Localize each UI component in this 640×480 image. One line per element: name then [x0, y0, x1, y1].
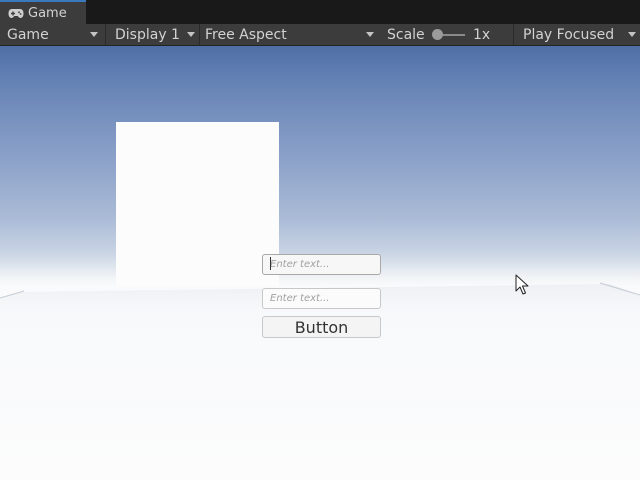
view-mode-label: Game — [7, 27, 49, 43]
tab-bar: Game — [0, 0, 640, 24]
text-caret — [270, 257, 271, 270]
view-mode-dropdown[interactable]: Game — [0, 24, 104, 46]
mouse-pointer-icon — [515, 274, 529, 295]
chevron-down-icon — [90, 32, 98, 37]
display-label: Display 1 — [115, 27, 180, 43]
aspect-label: Free Aspect — [205, 27, 287, 43]
unity-game-window: Game Game Display 1 Free Aspect Scale 1x… — [0, 0, 640, 480]
text-input-1[interactable] — [262, 254, 381, 275]
scale-value: 1x — [473, 27, 491, 43]
display-dropdown[interactable]: Display 1 — [106, 24, 198, 46]
scale-label: Scale — [387, 27, 425, 43]
chevron-down-icon — [187, 32, 195, 37]
tab-game[interactable]: Game — [0, 0, 86, 24]
chevron-down-icon — [628, 32, 636, 37]
play-mode-dropdown[interactable]: Play Focused — [514, 24, 640, 46]
aspect-dropdown[interactable]: Free Aspect — [200, 24, 380, 46]
chevron-down-icon — [366, 32, 374, 37]
tab-label: Game — [28, 5, 67, 21]
text-input-2[interactable] — [262, 288, 381, 309]
gamepad-icon — [8, 7, 24, 19]
scale-slider-handle[interactable] — [432, 29, 443, 40]
game-toolbar: Game Display 1 Free Aspect Scale 1x Play… — [0, 24, 640, 46]
ui-button[interactable]: Button — [262, 316, 381, 338]
game-viewport[interactable]: Button — [0, 46, 640, 480]
ui-panel — [116, 122, 279, 287]
play-mode-label: Play Focused — [523, 27, 615, 43]
